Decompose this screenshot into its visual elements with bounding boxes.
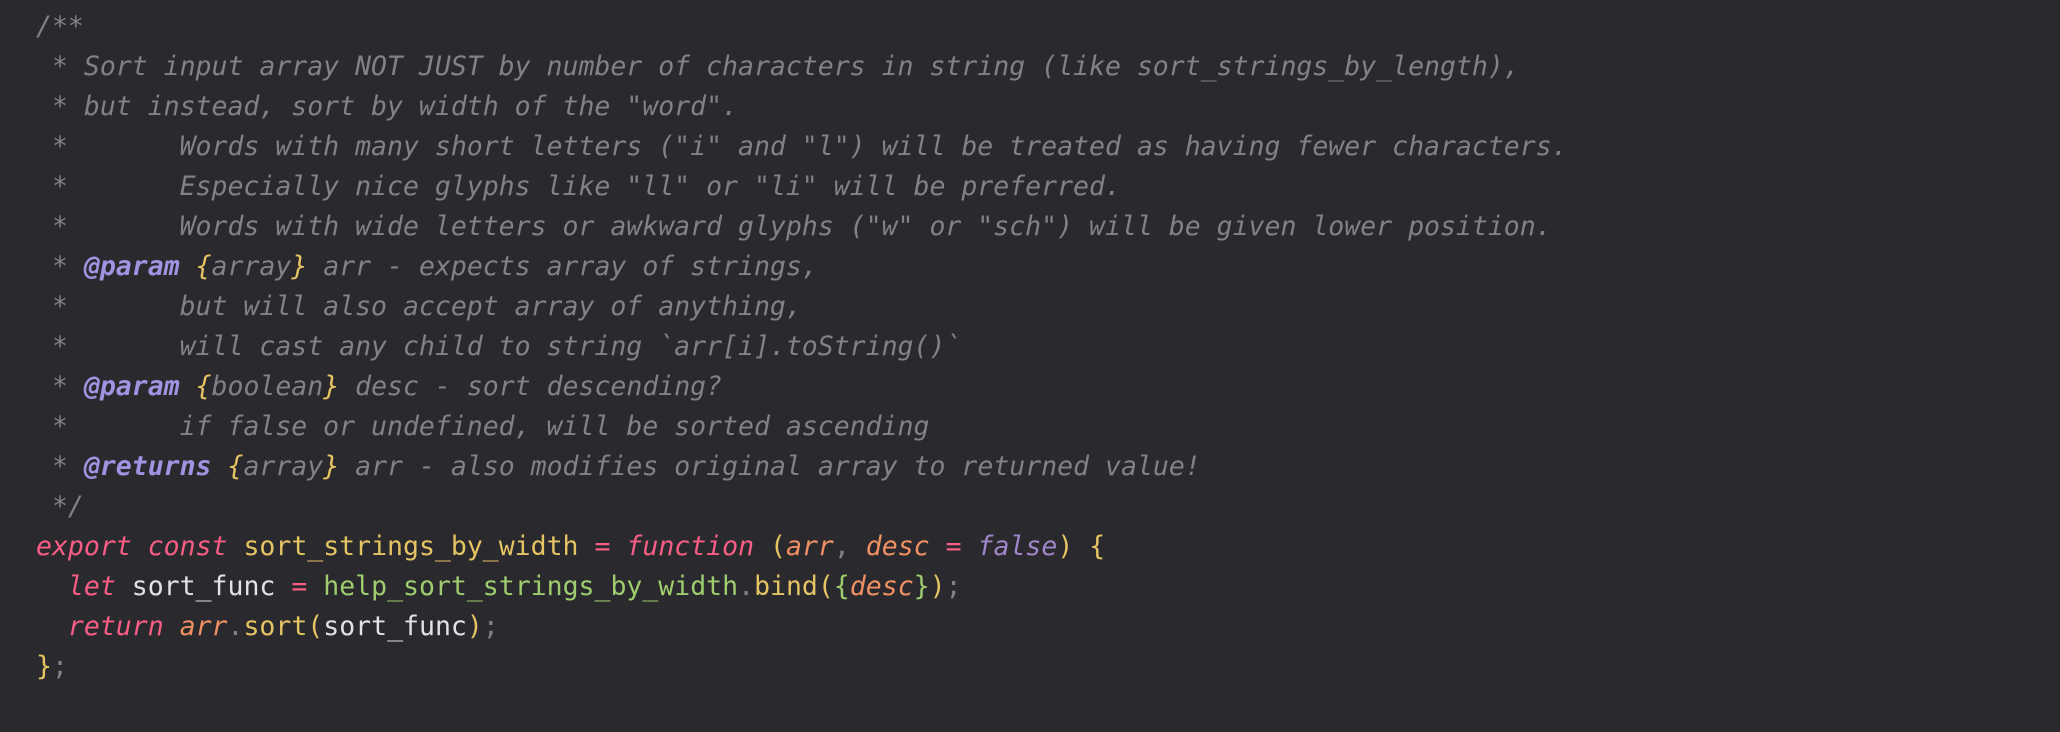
jsdoc-type-brace: {	[211, 451, 244, 482]
comment-text: */	[36, 491, 84, 522]
param-arr: arr	[179, 611, 228, 642]
jsdoc-tag: @returns	[83, 451, 212, 482]
code-line-11: * if false or undefined, will be sorted …	[36, 407, 2060, 447]
jsdoc-type-brace: }	[291, 251, 308, 282]
comment-text: arr - expects array of strings,	[307, 251, 818, 282]
comma: ,	[833, 531, 850, 562]
code-line-6: * Words with wide letters or awkward gly…	[36, 207, 2060, 247]
comment-text: arr - also modifies original array to re…	[339, 451, 1201, 482]
paren-close: )	[929, 571, 946, 602]
code-line-7: * @param {array} arr - expects array of …	[36, 247, 2060, 287]
code-line-13: */	[36, 487, 2060, 527]
comment-text: * but instead, sort by width of the "wor…	[36, 91, 738, 122]
argument-sort-func: sort_func	[323, 611, 467, 642]
operator-assign: =	[594, 531, 611, 562]
paren-close: )	[1057, 531, 1074, 562]
jsdoc-type: array	[211, 251, 292, 282]
jsdoc-type: boolean	[211, 371, 324, 402]
code-line-15: let sort_func = help_sort_strings_by_wid…	[36, 567, 2060, 607]
function-name: sort_strings_by_width	[243, 531, 579, 562]
dot: .	[227, 611, 244, 642]
semicolon: ;	[51, 651, 68, 682]
code-line-17: };	[36, 647, 2060, 687]
comment-text: * if false or undefined, will be sorted …	[36, 411, 930, 442]
helper-function: help_sort_strings_by_width	[323, 571, 739, 602]
code-line-12: * @returns {array} arr - also modifies o…	[36, 447, 2060, 487]
keyword-function: function	[626, 531, 755, 562]
comment-text: * Words with many short letters ("i" and…	[36, 131, 1568, 162]
jsdoc-type-brace: }	[323, 371, 340, 402]
brace-open: {	[1089, 531, 1106, 562]
jsdoc-type-brace: {	[179, 371, 212, 402]
jsdoc-tag: @param	[83, 251, 180, 282]
jsdoc-tag: @param	[83, 371, 180, 402]
paren-open: (	[307, 611, 324, 642]
code-line-10: * @param {boolean} desc - sort descendin…	[36, 367, 2060, 407]
comment-text: desc - sort descending?	[339, 371, 723, 402]
jsdoc-type-brace: }	[323, 451, 340, 482]
comment-text: * will cast any child to string `arr[i].…	[36, 331, 962, 362]
code-line-16: return arr.sort(sort_func);	[36, 607, 2060, 647]
object-brace-close: }	[913, 571, 930, 602]
code-line-4: * Words with many short letters ("i" and…	[36, 127, 2060, 167]
jsdoc-type-brace: {	[179, 251, 212, 282]
paren-open: (	[817, 571, 834, 602]
param-arr: arr	[785, 531, 834, 562]
code-line-1: /**	[36, 7, 2060, 47]
comment-text: * Words with wide letters or awkward gly…	[36, 211, 1552, 242]
code-line-2: * Sort input array NOT JUST by number of…	[36, 47, 2060, 87]
comment-prefix: *	[36, 251, 84, 282]
semicolon: ;	[482, 611, 499, 642]
keyword-return: return	[67, 611, 164, 642]
comment-text: * Sort input array NOT JUST by number of…	[36, 51, 1520, 82]
keyword-let: let	[67, 571, 116, 602]
paren-close: )	[466, 611, 483, 642]
method-sort: sort	[243, 611, 308, 642]
code-line-9: * will cast any child to string `arr[i].…	[36, 327, 2060, 367]
jsdoc-type: array	[243, 451, 324, 482]
brace-close: }	[36, 651, 52, 682]
comment-prefix: *	[36, 371, 84, 402]
paren-open: (	[770, 531, 786, 562]
code-line-5: * Especially nice glyphs like "ll" or "l…	[36, 167, 2060, 207]
keyword-const: const	[147, 531, 228, 562]
comment-text: * but will also accept array of anything…	[36, 291, 802, 322]
operator-default: =	[945, 531, 962, 562]
method-bind: bind	[754, 571, 818, 602]
semicolon: ;	[945, 571, 962, 602]
comment-prefix: *	[36, 451, 84, 482]
code-line-8: * but will also accept array of anything…	[36, 287, 2060, 327]
variable-sort-func: sort_func	[131, 571, 276, 602]
code-line-14: export const sort_strings_by_width = fun…	[36, 527, 2060, 567]
param-desc: desc	[865, 531, 930, 562]
code-line-3: * but instead, sort by width of the "wor…	[36, 87, 2060, 127]
keyword-export: export	[36, 531, 132, 562]
object-brace-open: {	[833, 571, 850, 602]
code-editor[interactable]: /** * Sort input array NOT JUST by numbe…	[0, 0, 2060, 732]
comment-text: * Especially nice glyphs like "ll" or "l…	[36, 171, 1121, 202]
literal-false: false	[977, 531, 1058, 562]
operator-assign: =	[291, 571, 308, 602]
object-key-desc: desc	[849, 571, 914, 602]
dot: .	[738, 571, 755, 602]
comment-text: /**	[36, 11, 84, 42]
